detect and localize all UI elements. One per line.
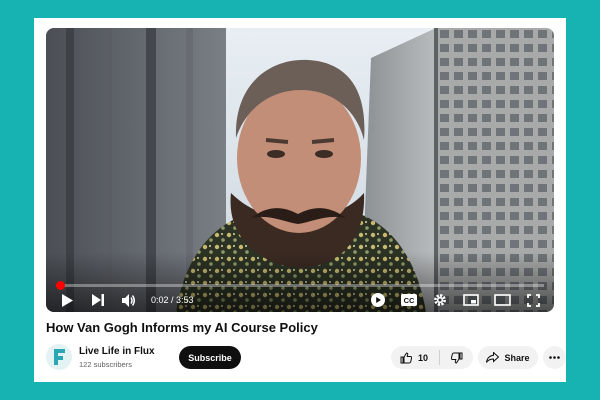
autoplay-icon <box>371 293 385 307</box>
thumbs-up-icon <box>400 351 412 363</box>
more-icon <box>549 356 560 359</box>
progress-bar[interactable] <box>56 281 544 290</box>
theater-icon <box>493 294 511 306</box>
subscriber-count: 122 subscribers <box>79 360 132 369</box>
channel-name[interactable]: Live Life in Flux <box>79 346 155 357</box>
video-title[interactable]: How Van Gogh Informs my AI Course Policy <box>46 320 554 335</box>
flux-logo-icon <box>54 349 65 365</box>
next-icon <box>92 294 104 306</box>
miniplayer-button[interactable] <box>460 289 482 311</box>
volume-button[interactable] <box>118 289 140 311</box>
like-dislike-group: 10 <box>391 346 473 369</box>
share-button[interactable]: Share <box>478 346 538 369</box>
player-controls: 0:02 / 3:53 CC <box>46 289 554 311</box>
video-card: 0:02 / 3:53 CC How Van Gogh Informs my A… <box>34 18 566 382</box>
like-button[interactable]: 10 <box>391 346 439 369</box>
more-actions-button[interactable] <box>543 346 566 369</box>
volume-icon <box>122 293 135 307</box>
thumbs-down-icon <box>450 352 462 364</box>
fullscreen-icon <box>526 293 540 307</box>
subscribe-button[interactable]: Subscribe <box>179 346 241 369</box>
theater-button[interactable] <box>491 289 513 311</box>
gear-icon <box>434 294 446 306</box>
video-meta-row: Live Life in Flux 122 subscribers Subscr… <box>46 344 566 372</box>
autoplay-toggle[interactable] <box>367 289 389 311</box>
captions-button[interactable]: CC <box>398 289 420 311</box>
miniplayer-icon <box>463 294 479 306</box>
share-icon <box>486 352 500 363</box>
dislike-button[interactable] <box>440 346 473 369</box>
like-count: 10 <box>418 352 429 363</box>
next-button[interactable] <box>87 289 109 311</box>
time-display: 0:02 / 3:53 <box>151 295 194 305</box>
play-button[interactable] <box>56 289 78 311</box>
fullscreen-button[interactable] <box>522 289 544 311</box>
channel-avatar[interactable] <box>46 344 72 370</box>
play-icon <box>62 293 73 307</box>
video-player[interactable]: 0:02 / 3:53 CC <box>46 28 554 312</box>
share-label: Share <box>504 352 530 363</box>
settings-button[interactable] <box>429 289 451 311</box>
cc-icon: CC <box>401 294 417 306</box>
svg-text:CC: CC <box>404 296 415 305</box>
